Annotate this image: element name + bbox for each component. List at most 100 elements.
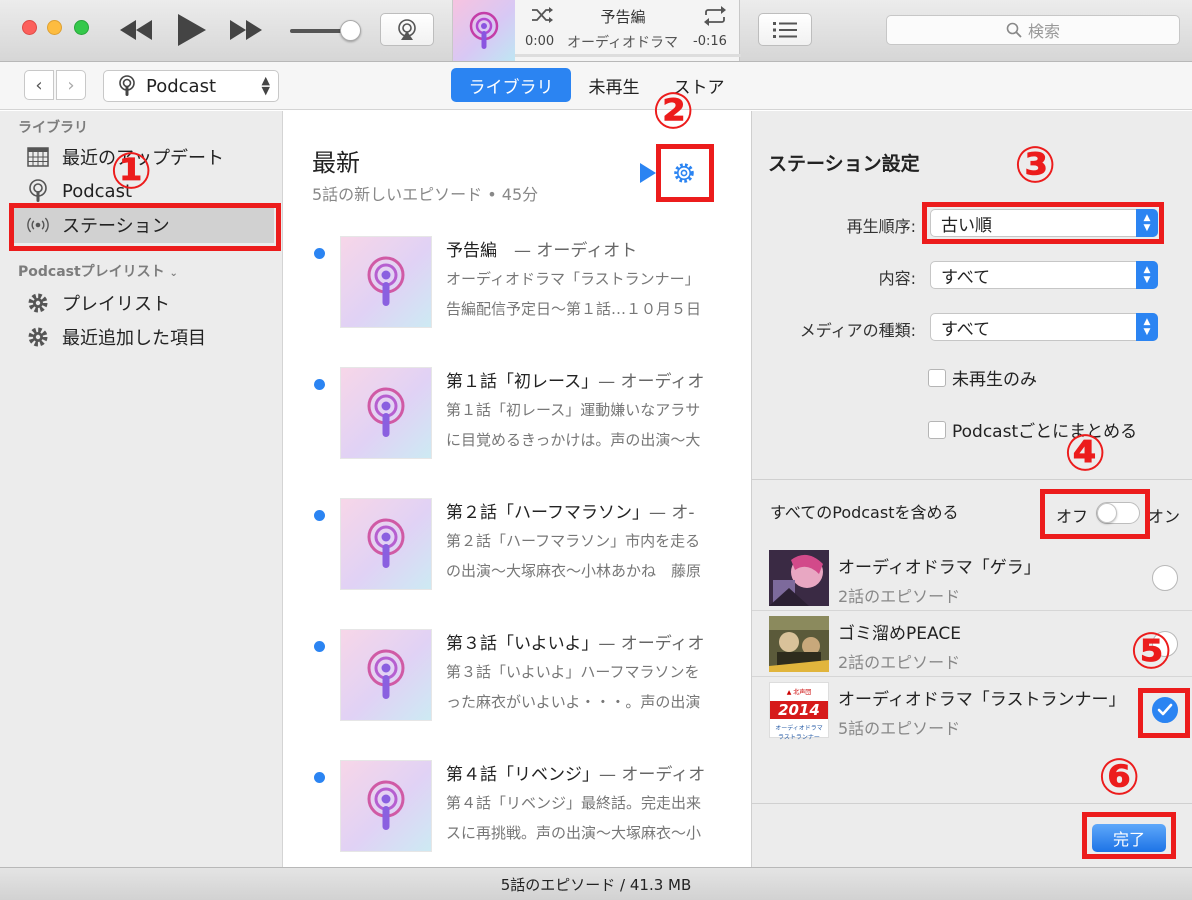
play-station-button[interactable]: [640, 163, 656, 187]
chevron-up-down-icon: ▲ ▼: [1136, 313, 1158, 341]
episode-row[interactable]: 第３話「いよいよ」— オーディオ 第３話「いよいよ」ハーフマラソンを った麻衣が…: [284, 629, 750, 760]
close-window-button[interactable]: [22, 20, 37, 35]
unplayed-only-checkbox-row[interactable]: 未再生のみ: [928, 365, 1037, 390]
up-next-button[interactable]: [758, 13, 812, 46]
annotation-box-station: [9, 203, 281, 251]
podcast-episode-count: 2話のエピソード: [838, 587, 961, 606]
episode-description: オーディオドラマ「ラストランナー」: [446, 270, 700, 288]
media-type-value: Podcast: [146, 75, 217, 97]
chevron-up-down-icon: ▲ ▼: [1136, 261, 1158, 289]
playlist-heading-label: Podcastプレイリスト: [18, 264, 165, 280]
podcast-episode-count: 2話のエピソード: [838, 653, 961, 672]
tab-unplayed[interactable]: 未再生: [582, 68, 646, 102]
episode-title: 予告編: [446, 241, 497, 261]
episode-title: 第２話「ハーフマラソン」: [446, 503, 649, 523]
annotation-box-done: [1082, 812, 1176, 859]
episode-title: 第１話「初レース」: [446, 372, 599, 392]
episode-row[interactable]: 予告編 — オーディオト オーディオドラマ「ラストランナー」 告編配信予定日〜第…: [284, 236, 750, 367]
volume-slider-knob[interactable]: [340, 20, 361, 41]
annotation-number-6: ⑥: [1098, 748, 1141, 806]
repeat-icon[interactable]: [703, 6, 727, 30]
artwork-logo: ▲ 北声団: [786, 689, 812, 696]
airplay-button[interactable]: [380, 13, 434, 46]
elapsed-time: 0:00: [525, 34, 555, 49]
media-kind-label: メディアの種類:: [799, 321, 916, 340]
chevron-right-icon: ›: [67, 74, 75, 96]
content-select[interactable]: すべて ▲ ▼: [930, 261, 1158, 289]
sidebar-heading-library: ライブラリ: [18, 120, 88, 136]
panel-title: ステーション設定: [768, 153, 920, 175]
podcast-name: オーディオドラマ「ゲラ」: [838, 558, 1041, 578]
episode-description: 第２話「ハーフマラソン」市内を走る: [446, 532, 701, 550]
podcast-icon: [26, 179, 50, 203]
podcast-artwork: [769, 616, 829, 672]
title-bar: 予告編 0:00 オーディオドラマ -0:16 検索: [0, 0, 1192, 62]
sidebar-item-label: 最近追加した項目: [62, 328, 206, 349]
navigation-bar: ‹ › Podcast ▲ ▼ ライブラリ 未再生 ストア: [0, 62, 1192, 110]
tab-library[interactable]: ライブラリ: [451, 68, 571, 102]
podcast-name: オーディオドラマ「ラストランナー」: [838, 690, 1126, 710]
fast-forward-button[interactable]: [226, 12, 264, 48]
playback-progress-bar[interactable]: [515, 54, 741, 57]
episode-description: 告編配信予定日〜第１話…１０月５日: [446, 300, 702, 318]
rewind-button[interactable]: [118, 12, 156, 48]
episode-title: 第４話「リベンジ」: [446, 765, 599, 785]
podcast-row[interactable]: ゴミ溜めPEACE 2話のエピソード: [752, 611, 1192, 677]
podcast-row[interactable]: ▲ 北声団 2014 オーディオドラマ ラストランナー オーディオドラマ「ラストラ…: [752, 677, 1192, 743]
episode-description: に目覚めるきっかけは。声の出演〜大: [446, 431, 701, 449]
episode-description: 第４話「リベンジ」最終話。完走出来: [446, 794, 702, 812]
episode-show: — オーディオ: [598, 372, 705, 392]
gear-icon: [26, 325, 50, 349]
chevron-left-icon: ‹: [35, 74, 43, 96]
unplayed-dot: [314, 379, 325, 390]
podcast-artwork: ▲ 北声団 2014 オーディオドラマ ラストランナー: [769, 682, 829, 741]
podcast-select-radio[interactable]: [1152, 565, 1178, 591]
podcast-icon: [367, 256, 405, 306]
minimize-window-button[interactable]: [47, 20, 62, 35]
episode-artwork: [340, 367, 432, 459]
episode-title-line: 第１話「初レース」— オーディオ: [446, 367, 736, 392]
podcast-icon: [119, 75, 135, 96]
annotation-box-play-order: [922, 202, 1164, 244]
episode-row[interactable]: 第４話「リベンジ」— オーディオ 第４話「リベンジ」最終話。完走出来 スに再挑戦…: [284, 760, 750, 867]
artwork-year: 2014: [770, 701, 828, 719]
chevron-up-down-icon: ▲ ▼: [261, 74, 270, 97]
media-kind-select[interactable]: すべて ▲ ▼: [930, 313, 1158, 341]
rewind-icon: [120, 20, 152, 40]
podcast-icon: [367, 649, 405, 699]
annotation-number-3: ③: [1014, 136, 1057, 194]
content-label: 内容:: [878, 269, 916, 288]
play-button[interactable]: [172, 12, 212, 48]
back-button[interactable]: ‹: [24, 70, 54, 100]
calendar-grid-icon: [26, 145, 50, 169]
search-input[interactable]: 検索: [886, 15, 1180, 45]
unplayed-dot: [314, 248, 325, 259]
include-all-label: すべてのPodcastを含める: [770, 503, 959, 522]
podcast-row[interactable]: オーディオドラマ「ゲラ」 2話のエピソード: [752, 545, 1192, 611]
airplay-icon: [398, 18, 416, 40]
play-icon: [178, 14, 206, 46]
episode-description: った麻衣がいよいよ・・・。声の出演: [446, 693, 701, 711]
sidebar-item-playlist[interactable]: プレイリスト: [10, 285, 274, 321]
now-playing-display: 予告編 0:00 オーディオドラマ -0:16: [452, 0, 741, 61]
annotation-box-podcast-check: [1138, 688, 1190, 738]
now-playing-artwork: [453, 0, 515, 61]
sidebar-item-recently-added[interactable]: 最近追加した項目: [10, 319, 274, 355]
media-type-select[interactable]: Podcast ▲ ▼: [103, 70, 279, 102]
annotation-box-settings: [656, 144, 714, 202]
episode-description: 第１話「初レース」運動嫌いなアラサ: [446, 401, 701, 419]
episode-description: 第３話「いよいよ」ハーフマラソンを: [446, 663, 700, 681]
group-by-podcast-checkbox[interactable]: [928, 420, 946, 439]
episode-artwork: [340, 236, 432, 328]
episode-row[interactable]: 第１話「初レース」— オーディオ 第１話「初レース」運動嫌いなアラサ に目覚める…: [284, 367, 750, 498]
episode-row[interactable]: 第２話「ハーフマラソン」— オ- 第２話「ハーフマラソン」市内を走る の出演〜大…: [284, 498, 750, 629]
podcast-icon: [367, 780, 405, 830]
remaining-time: -0:16: [693, 34, 727, 49]
annotation-number-5: ⑤: [1130, 622, 1173, 680]
forward-button[interactable]: ›: [56, 70, 86, 100]
zoom-window-button[interactable]: [74, 20, 89, 35]
unplayed-only-checkbox[interactable]: [928, 368, 946, 387]
episode-title-line: 予告編 — オーディオト: [446, 236, 736, 261]
sidebar-heading-playlists[interactable]: Podcastプレイリスト ⌄: [18, 261, 178, 281]
fast-forward-icon: [230, 20, 262, 40]
